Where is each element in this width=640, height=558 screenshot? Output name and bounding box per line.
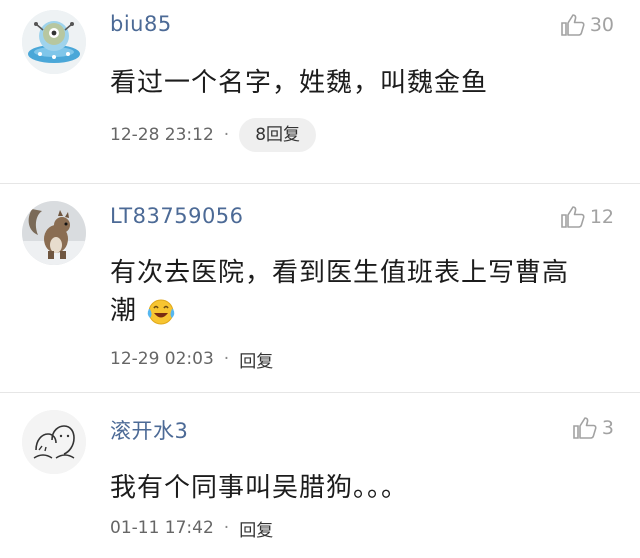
timestamp: 12-28 23:12 [110,125,214,145]
username[interactable]: biu85 [110,12,172,36]
replies-button[interactable]: 8回复 [239,118,317,152]
separator-dot: · [223,349,230,369]
hand-drawn-couple-icon [22,410,86,474]
reply-button[interactable]: 回复 [239,516,273,541]
timestamp: 01-11 17:42 [110,518,214,538]
like-button[interactable]: 3 [572,413,614,443]
like-count: 30 [589,14,614,36]
thumbs-up-icon [561,206,585,228]
comment-item: biu85 30 看过一个名字，姓魏，叫魏金鱼 12-28 23:12 · 8回… [0,0,640,180]
like-button[interactable]: 12 [560,202,614,232]
timestamp: 12-29 02:03 [110,349,214,369]
avatar[interactable] [22,410,86,474]
separator-dot: · [223,518,230,538]
avatar[interactable] [22,10,86,74]
like-button[interactable]: 30 [560,10,614,40]
alien-ufo-icon [22,10,86,74]
laugh-cry-emoji-icon [146,298,176,326]
comment-item: 滚开水3 3 我有个同事叫吴腊狗。。。 01-11 17:42 · 回复 [0,393,640,558]
comment-item: LT83759056 12 有次去医院，看到医生值班表上写曹高 潮 12-29 … [0,184,640,394]
comment-text-tail: 潮 [110,296,138,326]
comment-meta: 01-11 17:42 · 回复 [110,511,273,545]
username[interactable]: 滚开水3 [110,415,188,445]
comment-text: 有次去医院，看到医生值班表上写曹高 潮 [110,254,610,330]
separator-dot: · [223,125,230,145]
thumbs-up-icon [573,417,597,439]
like-count: 12 [589,206,614,228]
comment-meta: 12-29 02:03 · 回复 [110,342,273,376]
comment-text-line: 潮 [110,292,610,330]
comment-text-line: 有次去医院，看到医生值班表上写曹高 [110,258,570,288]
username[interactable]: LT83759056 [110,204,244,228]
avatar[interactable] [22,201,86,265]
comment-text: 看过一个名字，姓魏，叫魏金鱼 [110,68,489,98]
comment-meta: 12-28 23:12 · 8回复 [110,118,317,152]
like-count: 3 [601,417,614,439]
squirrel-photo-icon [22,201,86,265]
comment-text: 我有个同事叫吴腊狗。。。 [110,473,409,503]
reply-button[interactable]: 回复 [239,347,273,372]
thumbs-up-icon [561,14,585,36]
